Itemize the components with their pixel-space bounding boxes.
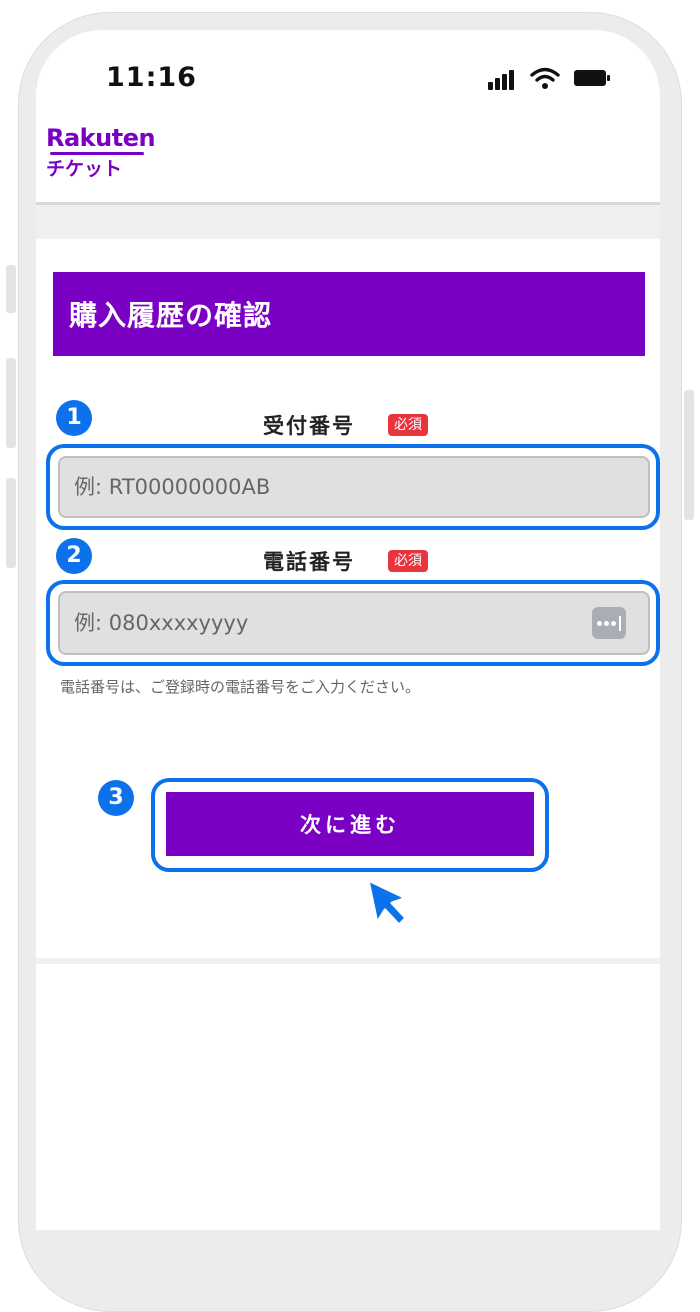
required-badge: 必須	[388, 414, 428, 436]
status-time: 11:16	[106, 62, 197, 93]
password-key-icon[interactable]	[592, 607, 626, 639]
phone-screen: 11:16 Rakuten チケット 購入履歴の確認 1 受付番号 必須 2 電…	[36, 30, 660, 1230]
brand-name: Rakuten	[46, 124, 156, 152]
app-header: Rakuten チケット	[36, 116, 660, 205]
next-button[interactable]: 次に進む	[166, 792, 534, 856]
battery-icon	[574, 70, 610, 86]
phone-volume-up-button	[6, 358, 16, 448]
phone-side-button	[6, 265, 16, 313]
step-marker-2: 2	[56, 538, 92, 574]
wifi-icon	[530, 67, 560, 89]
receipt-number-input[interactable]	[58, 456, 650, 518]
page-title: 購入履歴の確認	[69, 299, 273, 332]
content-bottom-divider	[36, 958, 660, 964]
phone-power-button	[684, 390, 694, 520]
receipt-number-label: 受付番号	[263, 414, 355, 438]
phone-number-label: 電話番号	[263, 550, 355, 574]
page-title-banner: 購入履歴の確認	[53, 272, 645, 356]
phone-number-help-text: 電話番号は、ご登録時の電話番号をご入力ください。	[60, 678, 421, 696]
required-badge: 必須	[388, 550, 428, 572]
pointer-cursor-icon	[366, 878, 408, 927]
signal-icon	[488, 68, 516, 90]
step-marker-1: 1	[56, 400, 92, 436]
step-marker-3: 3	[98, 780, 134, 816]
brand-underline	[50, 152, 144, 155]
phone-number-input[interactable]	[58, 591, 650, 655]
phone-volume-down-button	[6, 478, 16, 568]
status-bar: 11:16	[36, 30, 660, 116]
rakuten-ticket-logo[interactable]: Rakuten チケット	[46, 124, 156, 181]
header-separator-band	[36, 205, 660, 239]
brand-subtitle: チケット	[46, 158, 123, 180]
